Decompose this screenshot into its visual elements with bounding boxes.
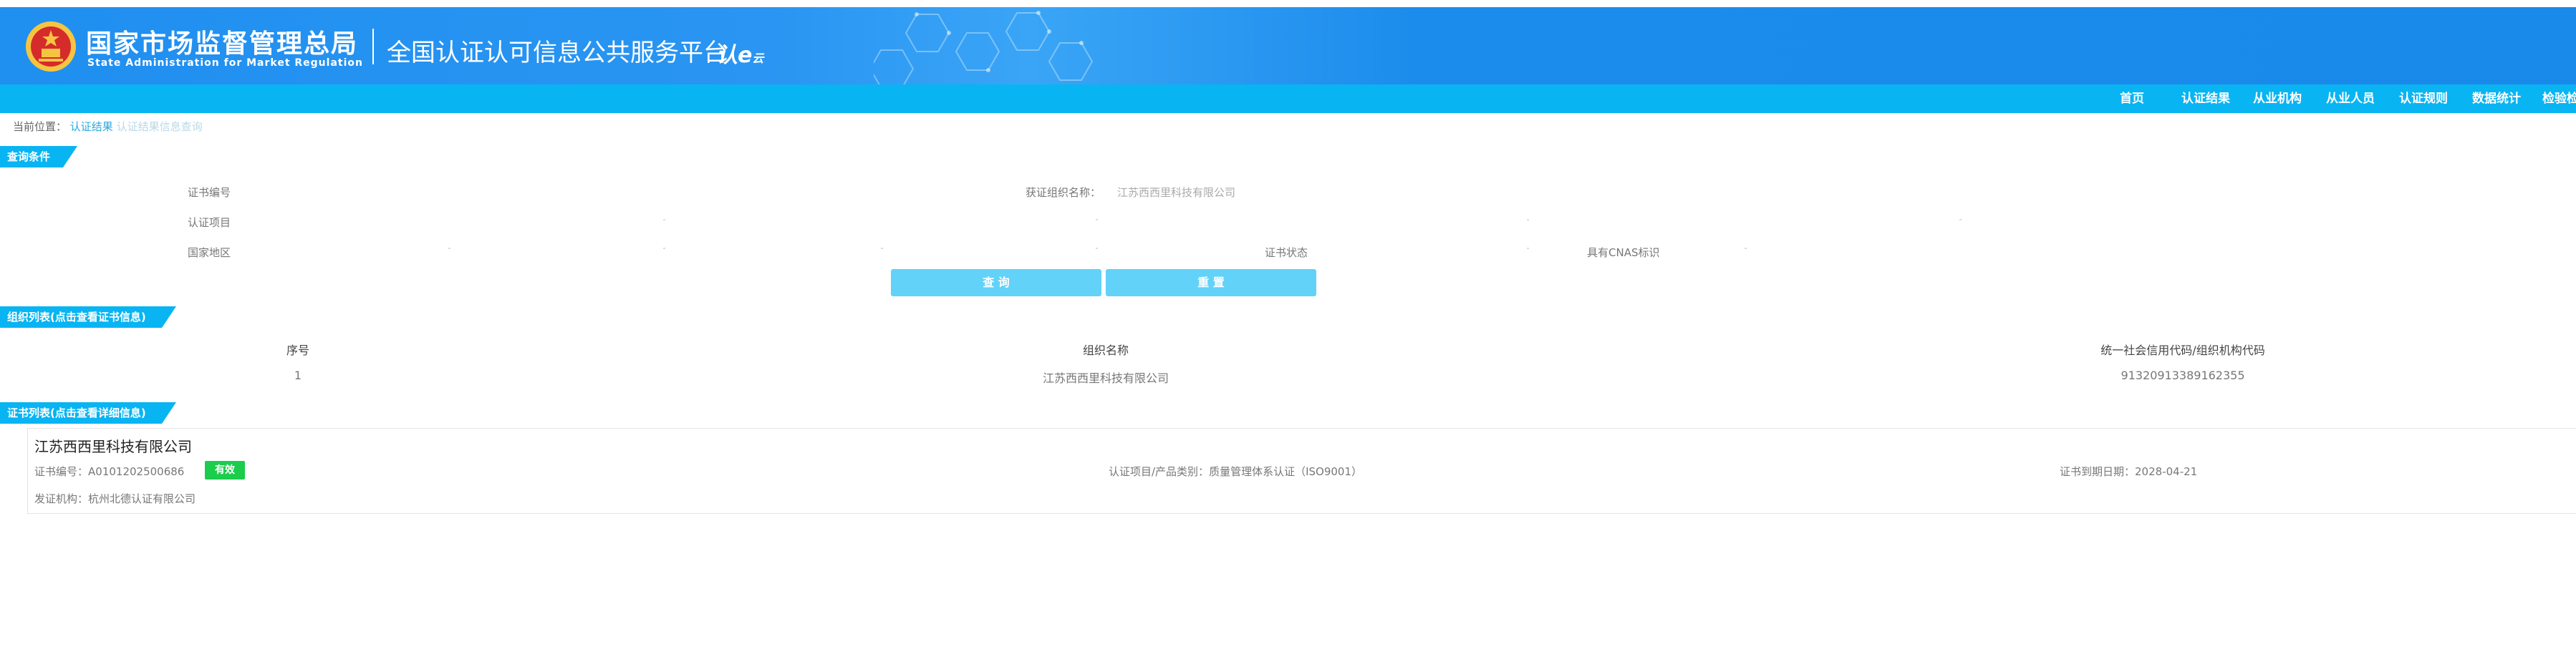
cert-issuer-label: 发证机构： [34, 492, 89, 505]
breadcrumb-current: 认证结果信息查询 [116, 120, 203, 133]
org-name-label: 获证组织名称： [1026, 186, 1101, 199]
platform-logo[interactable]: 认e云 [716, 37, 763, 69]
cert-org-name[interactable]: 江苏西西里科技有限公司 [34, 435, 192, 456]
cert-project-value: 质量管理体系认证（ISO9001） [1209, 465, 1362, 478]
nav-item-institutions[interactable]: 从业机构 [2253, 84, 2302, 113]
cert-no-field: 证书编号：A0101202500686 [34, 464, 184, 479]
cert-expiry-field: 证书到期日期：2028-04-21 [2060, 464, 2197, 479]
cert-status-select[interactable] [1527, 248, 1529, 249]
nav-item-cert-results[interactable]: 认证结果 [2181, 84, 2230, 113]
cnas-label: 具有CNAS标识 [1587, 246, 1660, 259]
cert-expiry-value: 2028-04-21 [2135, 465, 2198, 478]
org-table-header-name: 组织名称 [1082, 344, 1129, 357]
cert-list-section-header: 证书列表(点击查看详细信息) [0, 402, 176, 424]
cert-project-field: 认证项目/产品类别：质量管理体系认证（ISO9001） [1109, 464, 1362, 479]
platform-title: 全国认证认可信息公共服务平台 [387, 39, 728, 67]
cert-project-option[interactable] [1096, 219, 1098, 220]
cert-project-option[interactable] [1527, 219, 1529, 220]
header-banner: 国家市场监督管理总局 State Administration for Mark… [0, 7, 2576, 84]
region-label: 国家地区 [188, 246, 231, 259]
nav-item-home[interactable]: 首页 [2120, 84, 2144, 113]
nav-item-personnel[interactable]: 从业人员 [2326, 84, 2375, 113]
org-name-input[interactable]: 江苏西西里科技有限公司 [1117, 185, 1235, 200]
region-option[interactable] [663, 248, 665, 249]
agency-name-en: State Administration for Market Regulati… [87, 57, 363, 69]
national-emblem-icon [26, 21, 76, 72]
reset-button[interactable]: 重 置 [1106, 269, 1316, 296]
cert-issuer-value: 杭州北德认证有限公司 [88, 492, 196, 505]
nav-item-statistics[interactable]: 数据统计 [2472, 84, 2521, 113]
cert-project-label: 认证项目 [188, 216, 231, 229]
org-row-index[interactable]: 1 [294, 369, 302, 382]
search-button[interactable]: 查 询 [891, 269, 1101, 296]
cert-no-label: 证书编号 [188, 186, 231, 199]
nav-item-inspection[interactable]: 检验检 [2542, 84, 2576, 113]
region-option[interactable] [448, 248, 450, 249]
region-option[interactable] [881, 248, 883, 249]
cert-status-label: 证书状态 [1265, 246, 1308, 259]
org-row-name[interactable]: 江苏西西里科技有限公司 [1043, 369, 1169, 386]
region-option[interactable] [1096, 248, 1098, 249]
cert-no-value: A0101202500686 [88, 465, 185, 478]
logo-small-text: 云 [752, 52, 764, 65]
logo-text: 认e [716, 43, 753, 68]
breadcrumb: 当前位置： 认证结果 认证结果信息查询 [13, 119, 203, 134]
org-row-code[interactable]: 91320913389162355 [2121, 369, 2244, 382]
breadcrumb-link[interactable]: 认证结果 [70, 120, 113, 133]
header-divider [372, 29, 374, 64]
nav-item-cert-rules[interactable]: 认证规则 [2399, 84, 2448, 113]
cnas-select[interactable] [1745, 248, 1747, 249]
cert-issuer-field: 发证机构：杭州北德认证有限公司 [34, 491, 196, 506]
cert-no-label: 证书编号： [34, 465, 89, 478]
hexagon-decoration [874, 11, 1094, 84]
breadcrumb-prefix: 当前位置： [13, 120, 67, 133]
org-table-header-code: 统一社会信用代码/组织机构代码 [2100, 344, 2265, 357]
main-nav: 首页 认证结果 从业机构 从业人员 认证规则 数据统计 检验检 [0, 84, 2576, 113]
query-section-header: 查询条件 [0, 146, 77, 167]
status-badge: 有效 [205, 461, 245, 480]
cert-project-option[interactable] [1959, 219, 1962, 220]
cert-expiry-label: 证书到期日期： [2060, 465, 2136, 478]
org-list-section-header: 组织列表(点击查看证书信息) [0, 306, 176, 328]
cert-project-option[interactable] [663, 219, 665, 220]
org-table-header-index: 序号 [286, 344, 310, 357]
agency-name-cn: 国家市场监督管理总局 [86, 29, 359, 59]
cert-project-label: 认证项目/产品类别： [1109, 465, 1210, 478]
